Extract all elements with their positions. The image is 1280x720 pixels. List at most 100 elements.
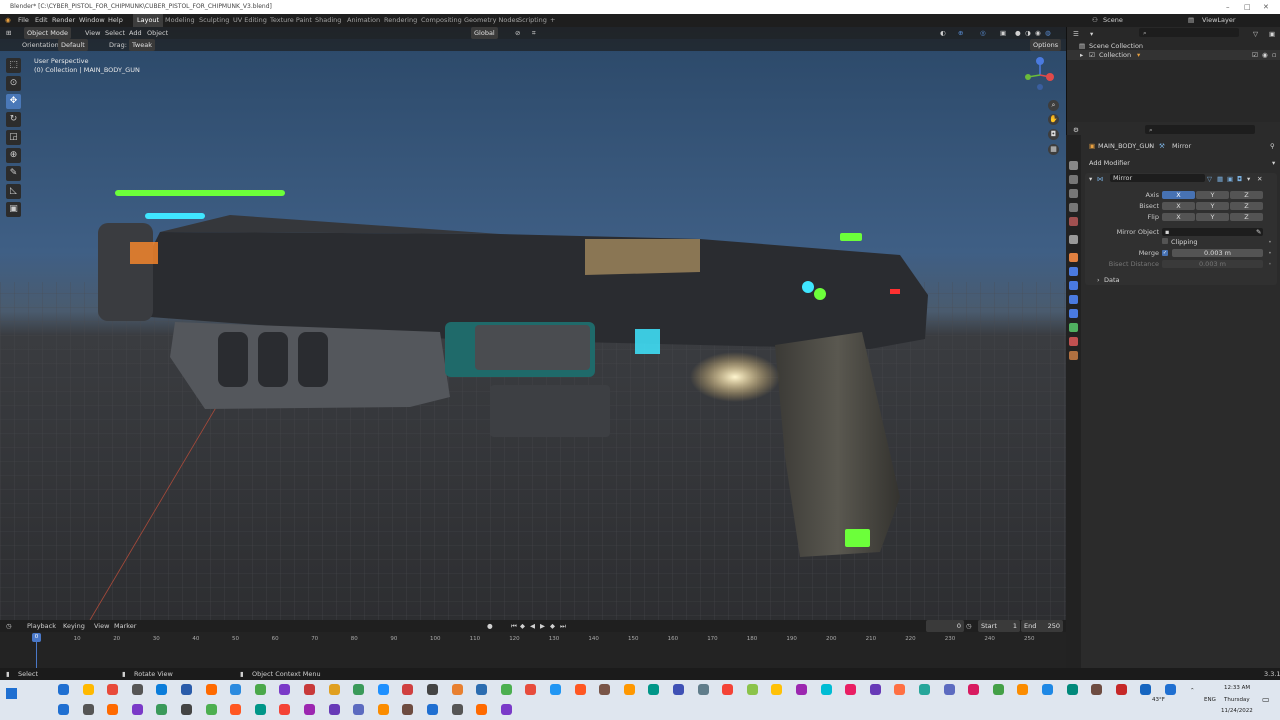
app-icon[interactable]	[230, 684, 242, 695]
tab-physics-icon[interactable]	[1069, 295, 1078, 304]
app-icon[interactable]	[254, 684, 266, 695]
bisect-y-toggle[interactable]: Y	[1196, 202, 1229, 210]
data-subpanel-chevron-icon[interactable]: ›	[1097, 276, 1100, 284]
pin-icon[interactable]: ⚲	[1270, 142, 1275, 150]
app-icon[interactable]	[304, 704, 315, 715]
menu-edit[interactable]: Edit	[35, 14, 48, 27]
timeline-view-menu[interactable]: View	[94, 620, 109, 632]
camera-icon[interactable]: ◘	[1048, 129, 1059, 140]
app-icon[interactable]	[525, 684, 537, 695]
rendered-shading-icon[interactable]: ◉	[1035, 27, 1041, 39]
eyedropper-icon[interactable]: ✎	[1256, 228, 1261, 236]
app-icon[interactable]	[181, 704, 192, 715]
bisect-distance-keyframe-icon[interactable]: •	[1268, 260, 1272, 268]
outliner-filter-icon[interactable]: ▾	[1090, 30, 1093, 38]
tab-uv-editing[interactable]: UV Editing	[233, 14, 267, 27]
tab-modeling[interactable]: Modeling	[165, 14, 195, 27]
drag-selector[interactable]: Tweak	[129, 39, 155, 51]
material-shading-icon[interactable]: ◑	[1025, 27, 1031, 39]
add-modifier-button[interactable]: Add Modifier	[1089, 159, 1130, 167]
tab-shading[interactable]: Shading	[315, 14, 341, 27]
edit-mode-toggle-icon[interactable]: ▽	[1207, 175, 1212, 183]
app-icon[interactable]	[107, 704, 119, 715]
close-icon[interactable]: ✕	[1263, 0, 1269, 14]
clipping-keyframe-icon[interactable]: •	[1268, 238, 1272, 246]
record-icon[interactable]: ●	[487, 620, 493, 632]
app-icon[interactable]	[476, 684, 488, 695]
app-icon[interactable]	[377, 684, 389, 695]
orientation-selector[interactable]: Default	[58, 39, 88, 51]
start-icon[interactable]	[58, 684, 69, 695]
app-icon[interactable]	[254, 704, 266, 715]
app-icon[interactable]	[1140, 684, 1152, 695]
app-icon[interactable]	[574, 684, 586, 695]
transform-tool-icon[interactable]: ⊕	[6, 148, 21, 163]
app-icon[interactable]	[845, 684, 857, 695]
modifier-name-field[interactable]: Mirror	[1110, 174, 1205, 182]
modifier-collapse-icon[interactable]: ▾	[1089, 175, 1092, 183]
app-icon[interactable]	[722, 684, 734, 695]
xray-icon[interactable]: ▣	[1000, 27, 1006, 39]
tab-texture-paint[interactable]: Texture Paint	[270, 14, 312, 27]
zoom-icon[interactable]: ⌕	[1048, 100, 1059, 111]
clock-time[interactable]: 12:33 AM	[1224, 685, 1250, 691]
edge-icon[interactable]	[181, 684, 192, 695]
app-icon[interactable]	[58, 704, 69, 715]
app-icon[interactable]	[796, 684, 807, 695]
blender-logo-icon[interactable]: ◉	[5, 14, 11, 27]
tab-view-layer-icon[interactable]	[1069, 203, 1078, 212]
tab-scene-icon[interactable]	[1069, 217, 1078, 226]
app-icon[interactable]	[353, 684, 365, 695]
menu-file[interactable]: File	[18, 14, 29, 27]
preview-range-icon[interactable]: ◷	[966, 620, 972, 632]
app-icon[interactable]	[623, 684, 635, 695]
task-view-icon[interactable]	[107, 684, 119, 695]
merge-distance-field[interactable]: 0.003 m	[1172, 249, 1263, 257]
properties-editor-icon[interactable]: ⚙	[1073, 126, 1079, 134]
bisect-x-toggle[interactable]: X	[1162, 202, 1195, 210]
playback-menu[interactable]: Playback	[27, 620, 56, 632]
properties-search-input[interactable]	[1145, 125, 1255, 134]
collection-checkbox-icon[interactable]: ☑	[1089, 51, 1095, 59]
play-icon[interactable]: ▶	[540, 620, 545, 632]
pan-hand-icon[interactable]: ✋	[1048, 114, 1059, 125]
render-toggle-icon[interactable]: ◘	[1237, 175, 1242, 183]
tab-particles-icon[interactable]	[1069, 281, 1078, 290]
app-icon[interactable]	[279, 684, 291, 695]
app-icon[interactable]	[746, 684, 758, 695]
viewport-3d[interactable]	[0, 27, 1066, 620]
visibility-icon[interactable]: ◐	[940, 27, 946, 39]
axis-z-toggle[interactable]: Z	[1230, 191, 1263, 199]
app-icon[interactable]	[476, 704, 488, 715]
editor-type-icon[interactable]: ⊞	[6, 27, 11, 39]
jump-start-icon[interactable]: ⏮	[511, 620, 517, 632]
tab-animation[interactable]: Animation	[347, 14, 380, 27]
app-icon[interactable]	[500, 684, 512, 695]
jump-end-icon[interactable]: ⏭	[560, 620, 566, 632]
app-icon[interactable]	[328, 684, 340, 695]
outliner-new-collection-icon[interactable]: ▣	[1269, 30, 1275, 38]
wireframe-shading-icon[interactable]: ◍	[1045, 27, 1051, 39]
merge-keyframe-icon[interactable]: •	[1268, 249, 1272, 257]
app-icon[interactable]	[919, 684, 930, 695]
tab-texture-icon[interactable]	[1069, 351, 1078, 360]
marker-menu[interactable]: Marker	[114, 620, 136, 632]
modifier-menu-icon[interactable]: ▾	[1247, 175, 1250, 183]
end-frame-field[interactable]: End 250	[1021, 620, 1063, 632]
tab-compositing[interactable]: Compositing	[421, 14, 462, 27]
transform-orientation[interactable]: Global	[471, 27, 498, 39]
move-tool-icon[interactable]: ✥	[6, 94, 21, 109]
merge-checkbox[interactable]: ✓	[1162, 250, 1168, 256]
app-icon[interactable]	[1091, 684, 1103, 695]
on-cage-toggle-icon[interactable]: ▦	[1217, 175, 1223, 183]
next-keyframe-icon[interactable]: ◆	[550, 620, 555, 632]
start-frame-field[interactable]: Start 1	[978, 620, 1020, 632]
search-icon[interactable]	[82, 684, 94, 695]
add-modifier-chevron-icon[interactable]: ▾	[1272, 159, 1275, 167]
gizmo-icon[interactable]: ⊕	[958, 27, 963, 39]
navigation-gizmo[interactable]	[1020, 55, 1060, 95]
collection-camera-icon[interactable]: ▫	[1272, 51, 1276, 59]
add-workspace-button[interactable]: +	[550, 14, 555, 27]
app-icon[interactable]	[451, 704, 463, 715]
tab-data-icon[interactable]	[1069, 323, 1078, 332]
